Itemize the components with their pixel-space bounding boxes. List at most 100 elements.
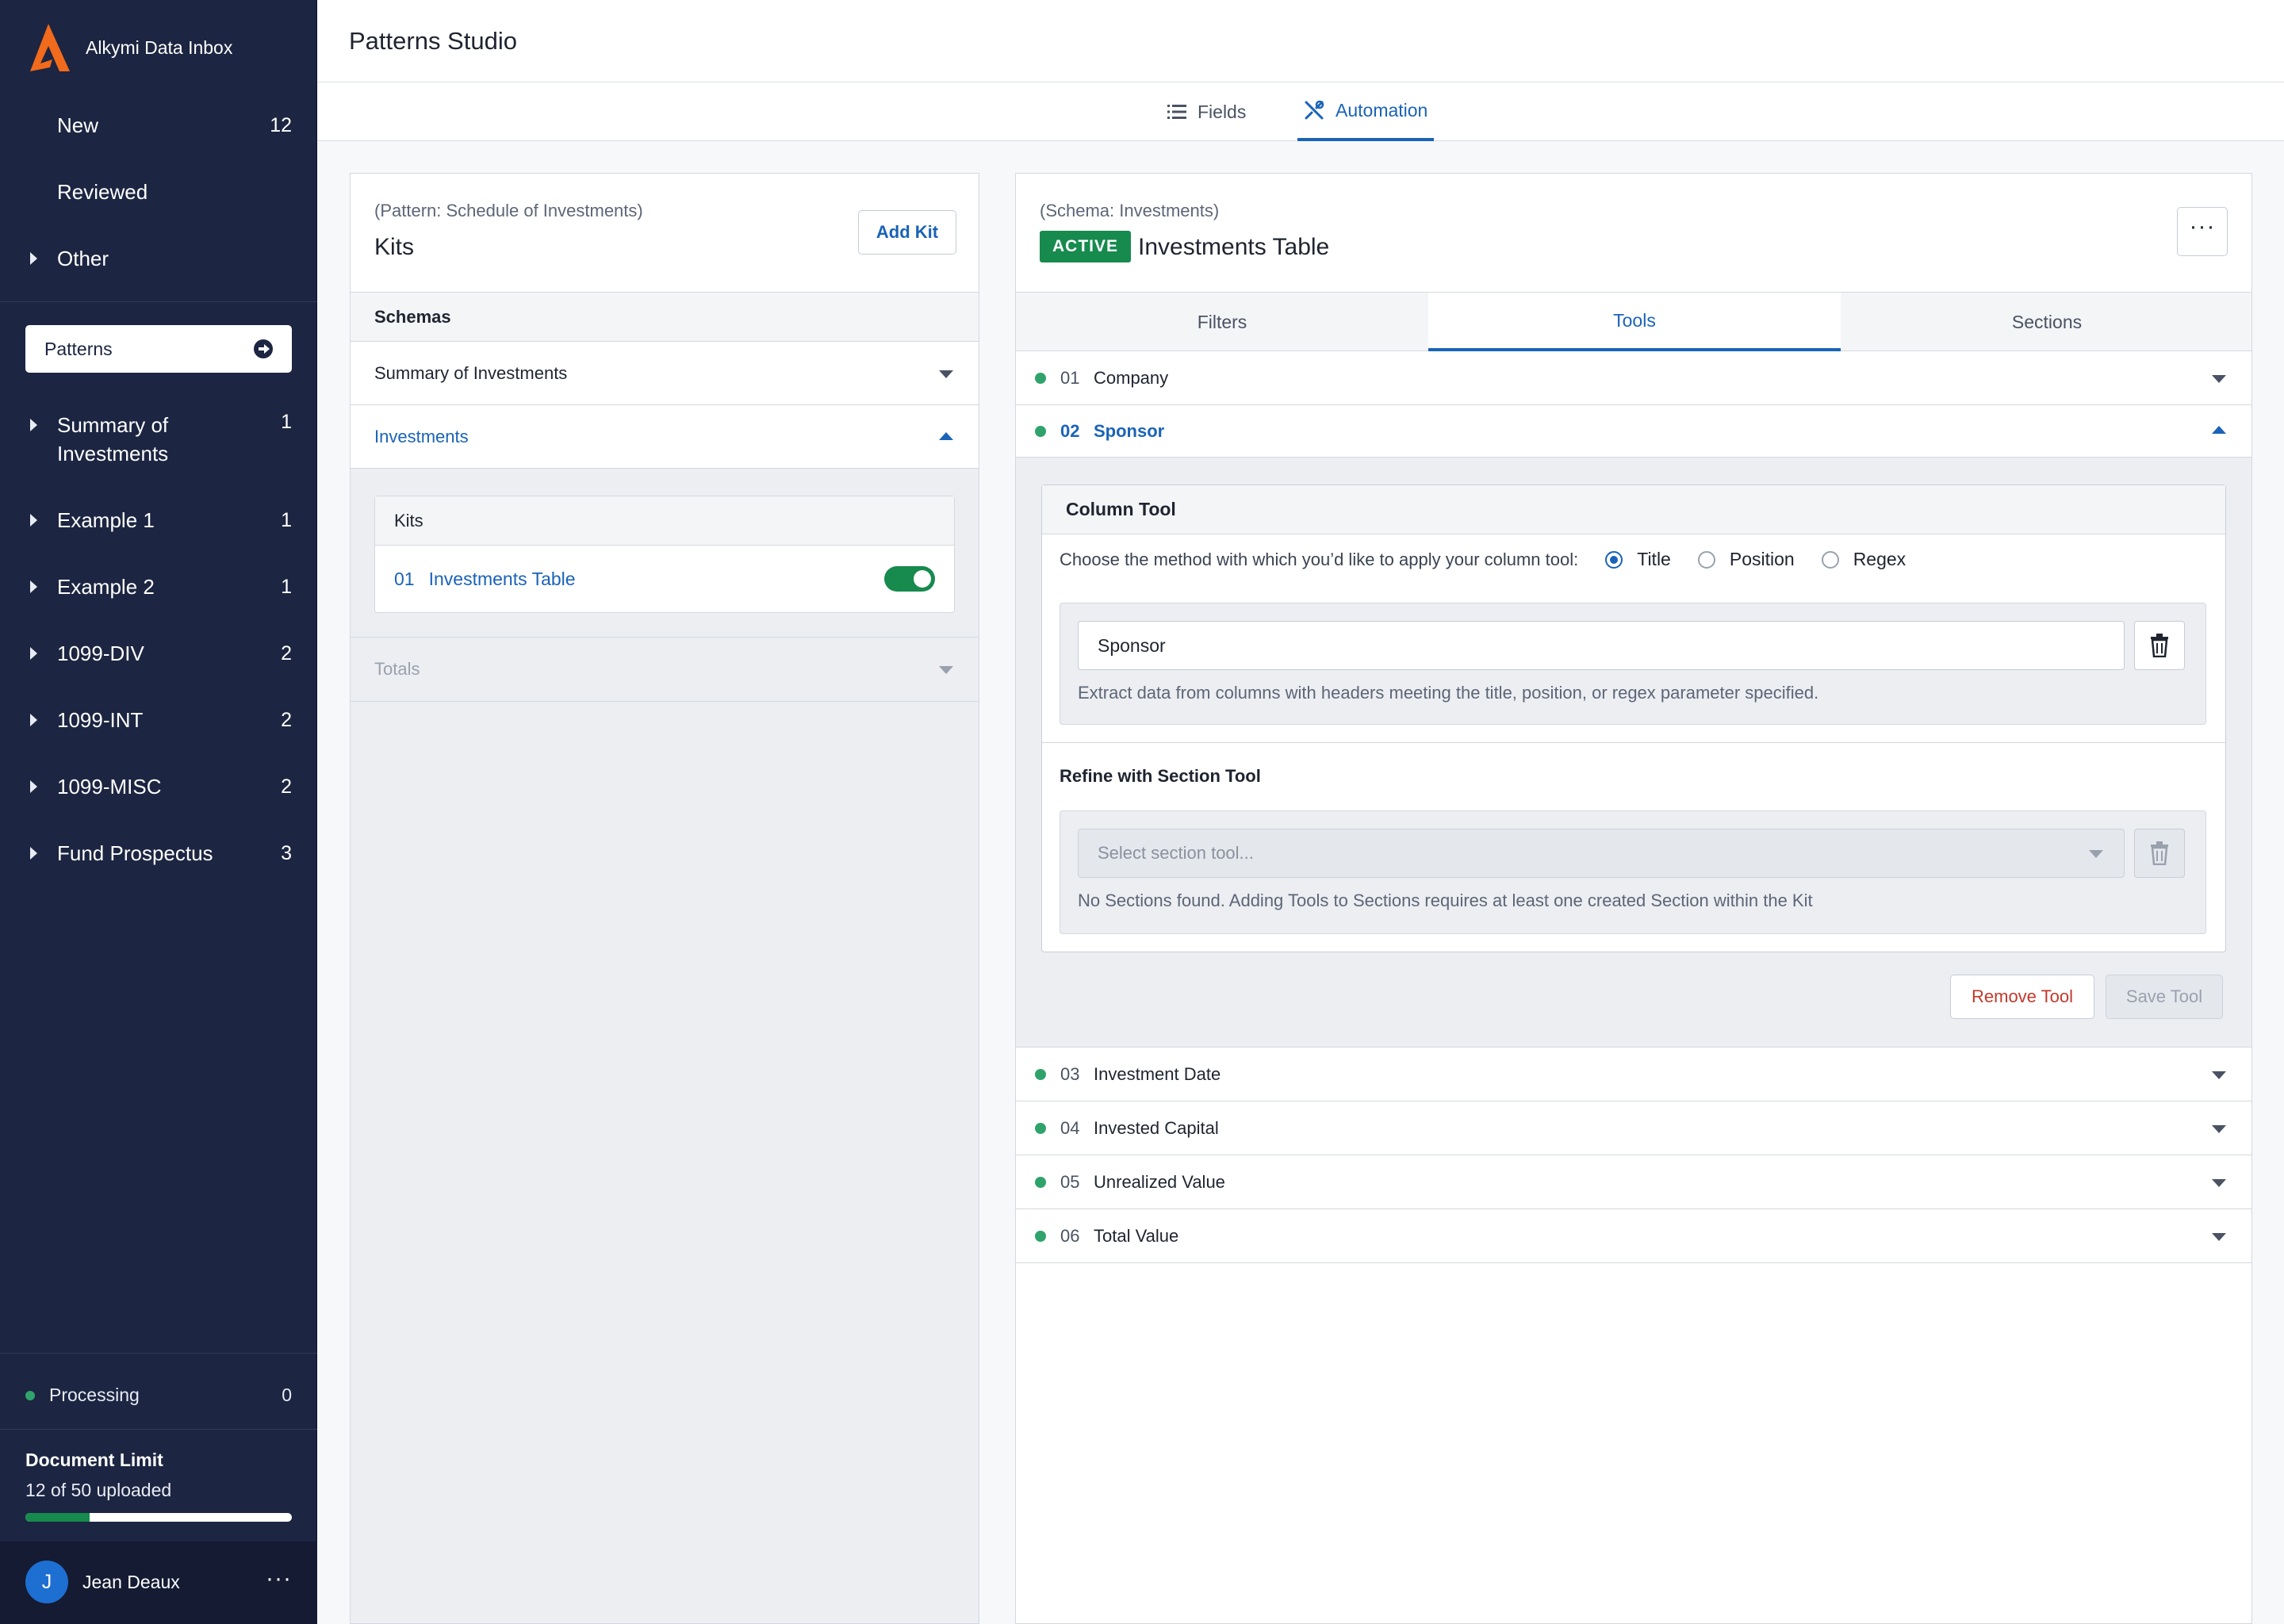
field-row-company[interactable]: 01 Company [1016,351,2251,405]
status-dot-icon [1035,425,1046,437]
sidebar-item-count: 2 [281,642,292,665]
field-number: 03 [1060,1063,1080,1084]
trash-icon [2151,634,2168,657]
tab-automation[interactable]: Automation [1297,82,1435,141]
remove-tool-button[interactable]: Remove Tool [1950,975,2094,1019]
sidebar-item-1099-div[interactable]: 1099-DIV 2 [0,639,317,668]
delete-column-tool-button[interactable] [2134,621,2185,670]
main-area: Patterns Studio Fields Automation (Patte… [317,0,2284,1624]
field-number: 02 [1060,420,1080,441]
chevron-down-icon [2212,375,2226,383]
sidebar-item-label: Summary of Investments [57,413,169,465]
chevron-down-icon [939,370,953,378]
sidebar-item-1099-misc[interactable]: 1099-MISC 2 [0,772,317,801]
sidebar-item-new[interactable]: New 12 [0,111,317,140]
field-row-invested-capital[interactable]: 04 Invested Capital [1016,1101,2251,1155]
chevron-down-icon [2212,1179,2226,1187]
select-placeholder: Select section tool... [1098,843,1254,863]
sidebar-item-count: 1 [281,411,292,433]
caret-right-icon [30,714,37,726]
save-tool-button[interactable]: Save Tool [2106,975,2223,1019]
sidebar-item-label: 1099-DIV [57,642,144,665]
kits-title: Kits [374,234,415,260]
schema-label: (Schema: Investments) [1040,201,1220,220]
schema-row-totals[interactable]: Totals [351,637,979,702]
sidebar-item-1099-int[interactable]: 1099-INT 2 [0,706,317,734]
sidebar-item-example-2[interactable]: Example 2 1 [0,573,317,601]
top-bar: Patterns Studio [317,0,2284,82]
column-title-input[interactable]: Sponsor [1078,621,2125,670]
radio-empty-icon [1697,550,1715,569]
more-options-button[interactable]: ··· [2177,207,2228,256]
schema-row-investments[interactable]: Investments [351,405,979,469]
section-tool-select[interactable]: Select section tool... [1078,829,2125,878]
sponsor-tool-editor: Column Tool Choose the method with which… [1016,458,2251,1048]
page-title: Patterns Studio [349,27,517,55]
tab-filters[interactable]: Filters [1016,293,1428,351]
schemas-header-label: Schemas [374,306,451,327]
kit-number: 01 [394,568,415,589]
caret-right-icon [30,252,37,265]
sidebar-item-example-1[interactable]: Example 1 1 [0,506,317,534]
chevron-down-icon [2212,1125,2226,1133]
method-radio-regex[interactable]: Regex [1821,549,1906,570]
method-prompt: Choose the method with which you’d like … [1060,549,1579,569]
sidebar-item-count: 2 [281,775,292,798]
kits-box-header: Kits [375,496,954,546]
sidebar-item-summary-of-investments[interactable]: Summary of Investments 1 [0,411,317,468]
column-tool-header: Column Tool [1042,485,2225,534]
field-row-investment-date[interactable]: 03 Investment Date [1016,1048,2251,1101]
tab-tools[interactable]: Tools [1428,293,1841,351]
brand[interactable]: Alkymi Data Inbox [25,22,232,73]
app-window: Alkymi Data Inbox New 12 Reviewed Other … [0,0,2284,1624]
user-bar: J Jean Deaux ··· [0,1542,317,1624]
refine-section-title: Refine with Section Tool [1060,766,1261,786]
column-tool-value-box: Sponsor Extract data from columns with h… [1060,603,2206,725]
status-dot-icon [1035,1176,1046,1188]
caret-right-icon [30,847,37,860]
status-dot-icon [1035,1230,1046,1242]
kits-box: Kits 01 Investments Table [374,496,955,613]
patterns-button[interactable]: Patterns [25,325,292,373]
method-radio-title[interactable]: Title [1605,549,1671,570]
chevron-up-icon [939,432,953,440]
processing-status[interactable]: Processing 0 [25,1385,292,1406]
field-name: Sponsor [1094,420,1165,441]
field-row-sponsor[interactable]: 02 Sponsor [1016,405,2251,458]
document-limit-title: Document Limit [25,1450,163,1470]
user-menu-button[interactable]: ··· [266,1565,292,1592]
tab-sections[interactable]: Sections [1841,293,2253,351]
sidebar-item-other[interactable]: Other [0,244,317,273]
sidebar-divider [0,301,317,302]
field-name: Total Value [1094,1225,1179,1246]
method-radio-position[interactable]: Position [1697,549,1795,570]
field-row-total-value[interactable]: 06 Total Value [1016,1209,2251,1263]
add-kit-button[interactable]: Add Kit [858,210,956,255]
sidebar-item-label: Fund Prospectus [57,841,213,865]
sidebar-item-count: 3 [281,841,292,864]
progress-fill [25,1513,90,1522]
field-row-unrealized-value[interactable]: 05 Unrealized Value [1016,1155,2251,1209]
field-name: Invested Capital [1094,1117,1219,1138]
user-name: Jean Deaux [82,1572,180,1592]
caret-right-icon [30,647,37,660]
sidebar-item-count: 2 [281,708,292,731]
kit-row-investments-table[interactable]: 01 Investments Table [375,546,954,612]
avatar[interactable]: J [25,1561,68,1603]
sidebar-item-reviewed[interactable]: Reviewed [0,178,317,206]
sidebar-item-count: 12 [270,113,292,136]
sidebar-item-fund-prospectus[interactable]: Fund Prospectus 3 [0,839,317,868]
kit-enabled-toggle[interactable] [884,566,935,592]
schema-row-summary-of-investments[interactable]: Summary of Investments [351,342,979,405]
schemas-header: Schemas [351,293,979,342]
status-dot-icon [1035,1122,1046,1134]
tab-fields[interactable]: Fields [1167,82,1246,141]
delete-section-tool-button[interactable] [2134,829,2185,878]
chevron-down-icon [2212,1071,2226,1079]
sidebar-item-label: New [57,113,99,137]
schema-panel-header: (Schema: Investments) ACTIVE Investments… [1016,174,2251,293]
radio-label: Title [1637,549,1671,569]
radio-empty-icon [1821,550,1839,569]
caret-right-icon [30,580,37,593]
field-name: Investment Date [1094,1063,1221,1084]
